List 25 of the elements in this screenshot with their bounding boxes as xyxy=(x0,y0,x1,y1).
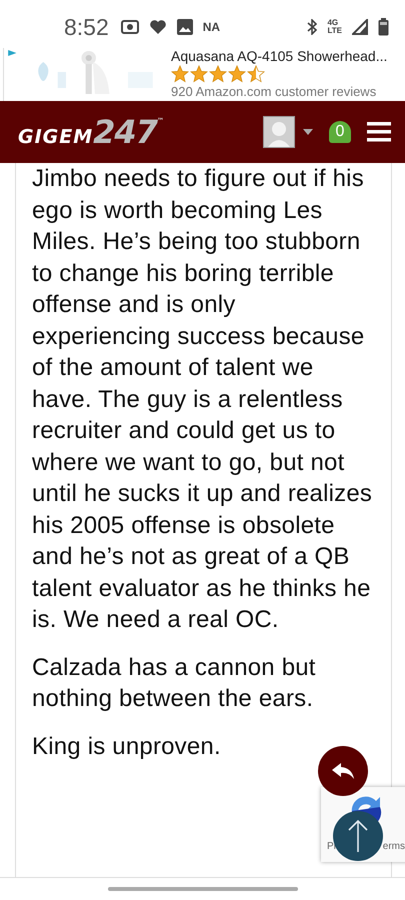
camera-icon xyxy=(120,20,139,34)
battery-icon xyxy=(378,18,389,36)
post-paragraph: Calzada has a cannon but nothing between the ears. xyxy=(32,652,317,714)
heart-icon xyxy=(148,19,167,35)
caret-icon[interactable] xyxy=(303,129,313,135)
bluetooth-icon xyxy=(307,19,318,35)
post-paragraph: King is unproven. xyxy=(32,732,221,762)
network-label: 4G LTE xyxy=(327,19,342,35)
star-icon xyxy=(209,65,227,83)
up-arrow-icon xyxy=(347,819,369,853)
signal-icon xyxy=(352,19,368,35)
review-count: 920 Amazon.com customer reviews xyxy=(171,84,378,99)
menu-icon[interactable] xyxy=(367,122,391,142)
status-time: 8:52 xyxy=(64,14,109,40)
image-icon xyxy=(176,19,193,35)
carrier-label: NA xyxy=(202,20,220,34)
star-icon xyxy=(228,65,246,83)
star-icon xyxy=(247,65,265,83)
star-icon xyxy=(171,65,189,83)
post-paragraph: Jimbo needs to figure out if his ego is worth becoming Les Miles. He’s being too stubborn to change his boring terrible offense and is only experiencing success because of the amount of talent we have. The guy is a relentless recruiter and could get us to where we want to go, but not until he sucks it up and realizes his 2005 offense is obsolete and he’s not as great of a QB talent evaluator as he thinks he is. We need a real OC. xyxy=(32,164,374,635)
avatar-icon[interactable] xyxy=(263,116,295,148)
star-icon xyxy=(190,65,208,83)
reply-button[interactable] xyxy=(318,746,368,796)
ad-title[interactable]: Aquasana AQ-4105 Showerhead... xyxy=(171,48,388,64)
reply-icon xyxy=(331,762,355,780)
